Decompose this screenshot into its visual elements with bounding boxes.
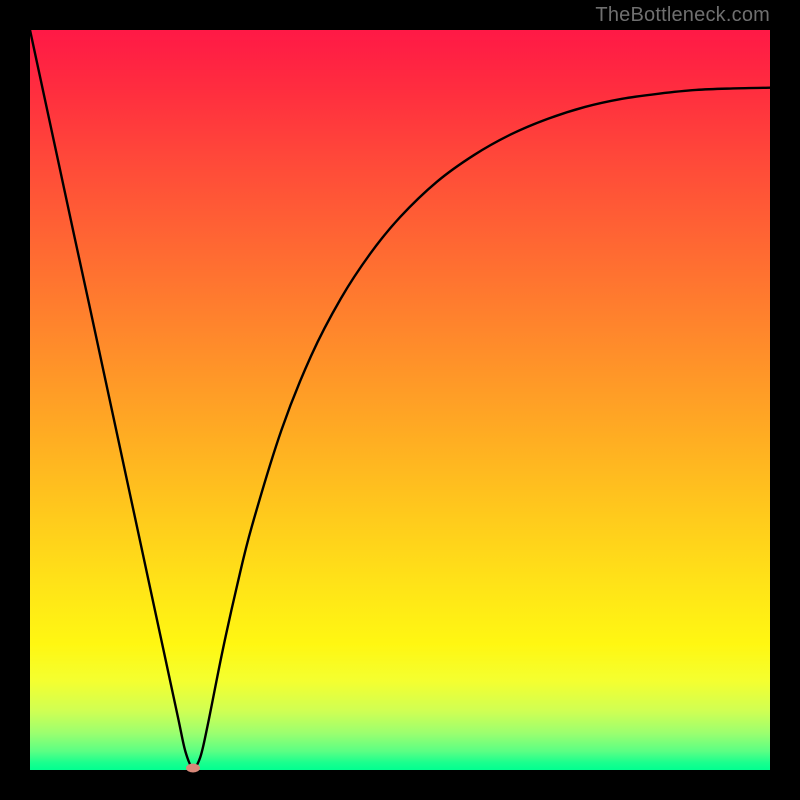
bottleneck-curve — [30, 30, 770, 770]
plot-area — [30, 30, 770, 770]
chart-frame: TheBottleneck.com — [0, 0, 800, 800]
min-marker — [186, 763, 200, 772]
attribution-label: TheBottleneck.com — [595, 4, 770, 27]
